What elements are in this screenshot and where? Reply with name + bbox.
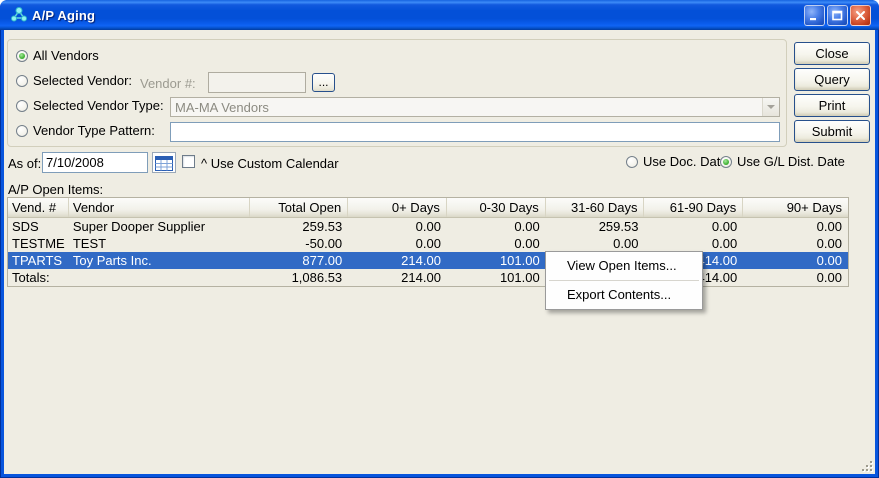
as-of-date-input[interactable] xyxy=(42,152,148,173)
window-controls xyxy=(804,5,873,26)
radio-selected-vendor[interactable]: Selected Vendor: xyxy=(16,73,132,88)
radio-icon xyxy=(16,50,28,62)
radio-icon xyxy=(16,75,28,87)
calendar-icon[interactable] xyxy=(152,152,176,173)
radio-use-doc-date-label: Use Doc. Date xyxy=(643,154,728,169)
vendor-filter-group: All Vendors Selected Vendor: Vendor #: .… xyxy=(7,39,787,147)
app-logo-icon xyxy=(10,6,28,24)
cell-total-open: 259.53 xyxy=(250,218,348,235)
window-title: A/P Aging xyxy=(32,8,804,23)
radio-use-gl-dist-date[interactable]: Use G/L Dist. Date xyxy=(720,154,845,169)
cell-0-30: 101.00 xyxy=(447,252,546,269)
cell-0-plus: 0.00 xyxy=(348,218,447,235)
print-button[interactable]: Print xyxy=(794,94,870,117)
minimize-button[interactable] xyxy=(804,5,825,26)
cell-total-open: 1,086.53 xyxy=(250,269,348,286)
vendor-browse-button[interactable]: ... xyxy=(312,73,335,92)
close-action-button[interactable]: Close xyxy=(794,42,870,65)
radio-selected-vendor-type-label: Selected Vendor Type: xyxy=(33,98,164,113)
cell-90-plus: 0.00 xyxy=(743,218,848,235)
table-row[interactable]: SDS Super Dooper Supplier 259.53 0.00 0.… xyxy=(8,218,848,235)
chevron-down-icon xyxy=(762,98,779,116)
vendor-type-combo-value: MA-MA Vendors xyxy=(171,100,762,115)
cell-0-30: 0.00 xyxy=(447,235,546,252)
column-header-0-plus-days[interactable]: 0+ Days xyxy=(348,198,447,217)
cell-90-plus: 0.00 xyxy=(743,235,848,252)
menu-separator xyxy=(549,280,699,281)
radio-all-vendors-label: All Vendors xyxy=(33,48,99,63)
cell-vendor xyxy=(69,269,251,286)
vendor-type-pattern-input[interactable] xyxy=(170,122,780,142)
title-bar[interactable]: A/P Aging xyxy=(0,0,879,30)
column-header-90-plus-days[interactable]: 90+ Days xyxy=(743,198,848,217)
vendor-number-label: Vendor #: xyxy=(140,76,196,91)
cell-61-90: 0.00 xyxy=(644,218,743,235)
radio-all-vendors[interactable]: All Vendors xyxy=(16,48,99,63)
cell-0-plus: 0.00 xyxy=(348,235,447,252)
cell-0-30: 101.00 xyxy=(447,269,546,286)
radio-selected-vendor-type[interactable]: Selected Vendor Type: xyxy=(16,98,164,113)
column-header-vendor[interactable]: Vendor xyxy=(69,198,251,217)
use-custom-calendar-label: ^ Use Custom Calendar xyxy=(201,156,339,171)
resize-grip-icon[interactable] xyxy=(861,460,874,473)
window: A/P Aging All Vendors Selected Vendor: xyxy=(0,0,879,478)
radio-icon xyxy=(16,125,28,137)
radio-icon xyxy=(626,156,638,168)
column-header-31-60-days[interactable]: 31-60 Days xyxy=(546,198,645,217)
table-header-row: Vend. # Vendor Total Open 0+ Days 0-30 D… xyxy=(8,198,848,218)
submit-button[interactable]: Submit xyxy=(794,120,870,143)
vendor-type-combo: MA-MA Vendors xyxy=(170,97,780,117)
cell-90-plus: 0.00 xyxy=(743,252,848,269)
cell-vendor: TEST xyxy=(69,235,251,252)
cell-vend-num: TESTME xyxy=(8,235,69,252)
cell-vendor: Toy Parts Inc. xyxy=(69,252,251,269)
cell-vend-num: TPARTS xyxy=(8,252,69,269)
cell-31-60: 259.53 xyxy=(546,218,645,235)
vendor-number-input xyxy=(208,72,306,93)
query-button[interactable]: Query xyxy=(794,68,870,91)
menu-item-export-contents[interactable]: Export Contents... xyxy=(547,284,701,306)
cell-total-open: 877.00 xyxy=(250,252,348,269)
cell-vend-num: SDS xyxy=(8,218,69,235)
cell-0-plus: 214.00 xyxy=(348,269,447,286)
menu-item-view-open-items[interactable]: View Open Items... xyxy=(547,255,701,277)
radio-use-gl-dist-date-label: Use G/L Dist. Date xyxy=(737,154,845,169)
column-header-vend-num[interactable]: Vend. # xyxy=(8,198,69,217)
cell-61-90: 0.00 xyxy=(644,235,743,252)
maximize-button[interactable] xyxy=(827,5,848,26)
radio-vendor-type-pattern[interactable]: Vendor Type Pattern: xyxy=(16,123,155,138)
radio-icon xyxy=(720,156,732,168)
radio-use-doc-date[interactable]: Use Doc. Date xyxy=(626,154,728,169)
cell-vendor: Super Dooper Supplier xyxy=(69,218,251,235)
column-header-total-open[interactable]: Total Open xyxy=(250,198,348,217)
cell-0-30: 0.00 xyxy=(447,218,546,235)
column-header-61-90-days[interactable]: 61-90 Days xyxy=(644,198,743,217)
column-header-0-30-days[interactable]: 0-30 Days xyxy=(447,198,546,217)
table-row-totals[interactable]: Totals: 1,086.53 214.00 101.00 414.00 0.… xyxy=(8,269,848,286)
dialog-body: All Vendors Selected Vendor: Vendor #: .… xyxy=(4,30,875,474)
cell-0-plus: 214.00 xyxy=(348,252,447,269)
table-row[interactable]: TESTME TEST -50.00 0.00 0.00 0.00 0.00 0… xyxy=(8,235,848,252)
radio-vendor-type-pattern-label: Vendor Type Pattern: xyxy=(33,123,155,138)
open-items-caption: A/P Open Items: xyxy=(8,182,103,197)
radio-selected-vendor-label: Selected Vendor: xyxy=(33,73,132,88)
as-of-label: As of: xyxy=(8,156,41,171)
table-row-selected[interactable]: TPARTS Toy Parts Inc. 877.00 214.00 101.… xyxy=(8,252,848,269)
close-button[interactable] xyxy=(850,5,871,26)
open-items-table: Vend. # Vendor Total Open 0+ Days 0-30 D… xyxy=(7,197,849,287)
radio-icon xyxy=(16,100,28,112)
cell-total-open: -50.00 xyxy=(250,235,348,252)
cell-totals-label: Totals: xyxy=(8,269,69,286)
context-menu: View Open Items... Export Contents... xyxy=(545,251,703,310)
use-custom-calendar-checkbox[interactable] xyxy=(182,155,195,168)
cell-90-plus: 0.00 xyxy=(743,269,848,286)
cell-31-60: 0.00 xyxy=(546,235,645,252)
